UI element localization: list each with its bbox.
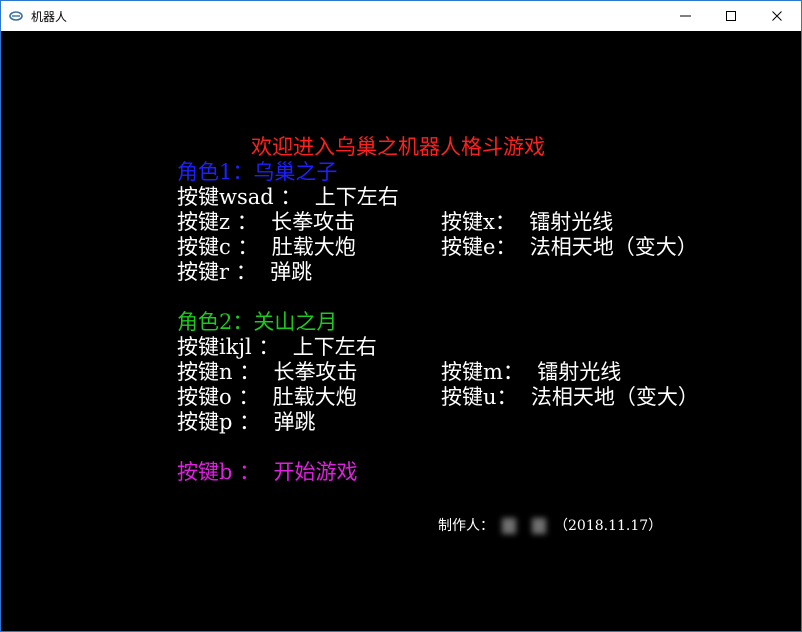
console-scrollbar[interactable] (795, 31, 801, 631)
player1-key-move: 按键wsad ： 上下左右 (177, 185, 399, 209)
game-title: 欢迎进入乌巢之机器人格斗游戏 (251, 135, 545, 159)
close-button[interactable] (755, 1, 801, 31)
redacted-name-2 (532, 518, 546, 534)
player1-name: 角色1：乌巢之子 (177, 160, 338, 184)
console-window: 机器人 欢迎进入乌巢之机器人格斗游戏 角色1：乌巢之子 按键wsad ： 上下左… (0, 0, 802, 632)
player1-key-c: 按键c ： 肚载大炮 (177, 235, 356, 259)
credit-label: 制作人： (438, 518, 494, 534)
close-icon (772, 11, 782, 21)
window-title: 机器人 (31, 10, 68, 24)
player2-name: 角色2：关山之月 (177, 310, 338, 334)
player2-key-move: 按键ikjl ： 上下左右 (177, 335, 377, 359)
maximize-icon (726, 11, 736, 21)
maximize-button[interactable] (709, 1, 755, 31)
player2-key-o: 按键o ： 肚载大炮 (177, 385, 357, 409)
player1-key-e: 按键e： 法相天地（变大） (441, 235, 698, 259)
console-output: 欢迎进入乌巢之机器人格斗游戏 角色1：乌巢之子 按键wsad ： 上下左右 按键… (1, 31, 795, 631)
player2-key-m: 按键m： 镭射光线 (441, 360, 622, 384)
console-app-icon (9, 11, 23, 21)
start-game-hint: 按键b ： 开始游戏 (177, 460, 358, 484)
minimize-icon (680, 15, 691, 17)
player2-key-u: 按键u： 法相天地（变大） (441, 385, 699, 409)
player2-key-n: 按键n ： 长拳攻击 (177, 360, 358, 384)
credit-line: 制作人： （2018.11.17） (438, 517, 662, 535)
title-bar[interactable]: 机器人 (1, 1, 801, 31)
player1-key-z: 按键z ： 长拳攻击 (177, 210, 356, 234)
redacted-name (502, 518, 516, 534)
minimize-button[interactable] (663, 1, 709, 31)
player1-key-x: 按键x： 镭射光线 (441, 210, 614, 234)
credit-date: （2018.11.17） (554, 518, 663, 534)
player2-key-p: 按键p ： 弹跳 (177, 410, 316, 434)
player1-key-r: 按键r ： 弹跳 (177, 260, 313, 284)
